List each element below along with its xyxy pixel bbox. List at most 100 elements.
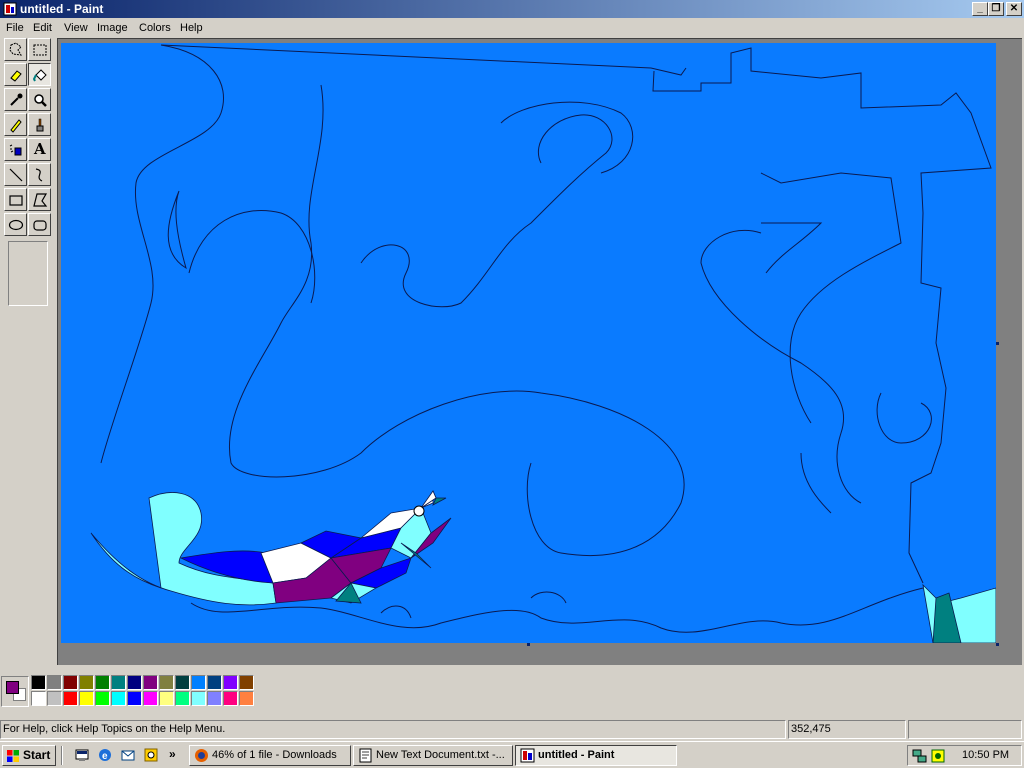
windows-logo-icon [7,750,19,762]
status-bar: For Help, click Help Topics on the Help … [0,719,1024,741]
palette-swatch[interactable] [223,691,238,706]
antivirus-icon[interactable] [930,748,946,764]
ellipse-tool[interactable] [4,213,27,236]
notepad-icon [359,748,372,763]
show-desktop-icon[interactable] [74,747,90,763]
palette-swatch[interactable] [111,691,126,706]
palette-swatch[interactable] [95,691,110,706]
palette-swatch[interactable] [127,675,142,690]
palette-swatch[interactable] [31,691,46,706]
firefox-icon [195,749,208,762]
line-icon [9,168,23,182]
taskbar: Start e » 46% of 1 file - Downloads New … [0,741,1024,768]
eraser-icon [10,70,22,82]
menu-help[interactable]: Help [180,21,203,35]
toolbox: A [1,38,55,663]
paint-icon [520,748,535,763]
restore-button[interactable]: ❐ [988,2,1004,16]
palette-swatch[interactable] [143,691,158,706]
window-title: untitled - Paint [20,2,104,16]
foreground-color[interactable] [6,681,19,694]
line-tool[interactable] [4,163,27,186]
resize-handle-corner[interactable] [996,643,999,646]
eyedropper-icon [10,93,23,106]
brush-tool[interactable] [28,113,51,136]
palette-swatch[interactable] [191,675,206,690]
magnifier-tool[interactable] [28,88,51,111]
task-button-paint[interactable]: untitled - Paint [515,745,677,766]
start-button[interactable]: Start [2,745,56,766]
svg-text:e: e [102,751,108,762]
taskbar-separator [61,746,63,765]
palette-swatch[interactable] [175,675,190,690]
internet-explorer-icon[interactable]: e [97,747,113,763]
palette-swatch[interactable] [31,675,46,690]
palette-swatch[interactable] [127,691,142,706]
menu-colors[interactable]: Colors [139,21,171,35]
brush-icon [36,118,44,132]
free-form-select-tool[interactable] [4,38,27,61]
menu-edit[interactable]: Edit [33,21,52,35]
palette-swatch[interactable] [47,675,62,690]
menu-view[interactable]: View [64,21,88,35]
quick-launch-chevron[interactable]: » [169,747,176,761]
magnifier-icon [34,94,47,107]
palette-swatch[interactable] [63,675,78,690]
rounded-rectangle-tool[interactable] [28,213,51,236]
menu-file[interactable]: File [6,21,24,35]
free-form-select-icon [9,42,22,56]
clock[interactable]: 10:50 PM [962,749,1009,761]
palette-swatch[interactable] [79,675,94,690]
palette-swatch[interactable] [223,675,238,690]
paint-app-icon [3,2,17,16]
task-button-notepad[interactable]: New Text Document.txt -... [353,745,513,766]
airbrush-icon [9,144,22,156]
text-tool[interactable]: A [28,138,51,161]
media-player-icon[interactable] [143,747,159,763]
pencil-tool[interactable] [4,113,27,136]
pick-color-tool[interactable] [4,88,27,111]
task-label: New Text Document.txt -... [376,749,505,761]
palette-swatch[interactable] [207,691,222,706]
palette-swatch[interactable] [63,691,78,706]
palette-swatch[interactable] [143,675,158,690]
palette-swatch[interactable] [95,675,110,690]
status-coordinates: 352,475 [788,720,906,739]
outlook-express-icon[interactable] [120,747,136,763]
palette-swatch[interactable] [47,691,62,706]
airbrush-tool[interactable] [4,138,27,161]
resize-handle-bottom[interactable] [527,643,530,646]
fill-with-color-tool[interactable] [28,63,51,86]
task-button-downloads[interactable]: 46% of 1 file - Downloads [189,745,351,766]
network-icon[interactable] [912,748,928,764]
palette-swatch[interactable] [159,675,174,690]
polygon-icon [33,193,48,207]
palette-swatch[interactable] [207,675,222,690]
tool-options-box[interactable] [8,241,48,306]
palette-swatch[interactable] [239,691,254,706]
rounded-rectangle-icon [33,220,47,231]
title-bar[interactable]: untitled - Paint _ ❐ ✕ [0,0,1024,18]
current-colors[interactable] [1,676,29,707]
menu-image[interactable]: Image [97,21,128,35]
drawing-canvas[interactable] [61,43,996,643]
paint-bucket-icon [32,69,47,82]
resize-handle-right[interactable] [996,342,999,345]
curve-tool[interactable] [28,163,51,186]
text-tool-glyph: A [34,140,46,158]
eraser-tool[interactable] [4,63,27,86]
task-label: 46% of 1 file - Downloads [212,749,337,761]
close-button[interactable]: ✕ [1006,2,1022,16]
palette-swatch[interactable] [79,691,94,706]
palette-swatch[interactable] [175,691,190,706]
palette-swatch[interactable] [159,691,174,706]
minimize-button[interactable]: _ [972,2,988,16]
polygon-tool[interactable] [28,188,51,211]
palette-swatch[interactable] [191,691,206,706]
rectangle-tool[interactable] [4,188,27,211]
palette-swatch[interactable] [239,675,254,690]
task-label: untitled - Paint [538,749,615,761]
palette-swatch[interactable] [111,675,126,690]
select-tool[interactable] [28,38,51,61]
start-label: Start [23,748,51,762]
